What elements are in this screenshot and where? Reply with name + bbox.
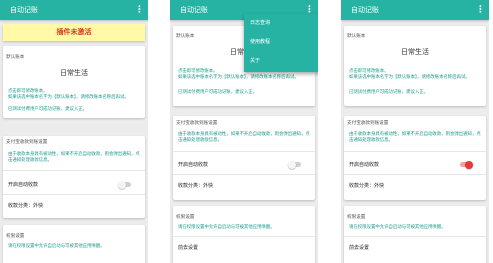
ledger-tip-2: 如果该选中账本名字为【默认账本】，请修改账本名称后再试。 bbox=[8, 95, 129, 100]
ledger-name[interactable]: 日常生活 bbox=[344, 47, 486, 57]
app-bar: 自动记账 ⋮ bbox=[341, 0, 489, 20]
permission-card: 权限设置 请在权限设置中允许自启动与可被其他应用唤醒。 bbox=[3, 225, 145, 263]
more-options-icon[interactable]: ⋮ bbox=[476, 0, 485, 20]
menu-item-about[interactable]: 关于 bbox=[244, 52, 318, 71]
app-bar: 自动记账 ⋮ bbox=[0, 0, 148, 20]
receive-category[interactable]: 收款分类：外快 bbox=[8, 202, 43, 209]
alipay-card: 支付宝收款到账设置 由于收款本身具有被动性，如果不开启自动收款，则会弹出通知，点… bbox=[3, 136, 145, 218]
auto-receive-toggle[interactable] bbox=[460, 160, 473, 169]
overflow-menu: 日志查询 使用教程 关于 bbox=[244, 14, 318, 72]
ledger-section-title: 默认账本 bbox=[347, 34, 366, 39]
divider bbox=[3, 170, 145, 171]
toggle-knob bbox=[465, 160, 473, 169]
auto-receive-toggle[interactable] bbox=[288, 160, 301, 169]
divider bbox=[344, 236, 486, 237]
go-settings-button[interactable]: 前去设置 bbox=[349, 244, 369, 251]
alipay-section-title: 支付宝收款到账设置 bbox=[347, 121, 389, 126]
alipay-info: 由于收款本身具有被动性，如果不开启自动收款，则会弹出通知，点击通知处理收款信息。 bbox=[349, 132, 481, 143]
screen-panel-3: 自动记账 ⋮ 默认账本 日常生活 点击即可修改账本。 如果该选中账本名字为【默认… bbox=[341, 0, 489, 263]
divider bbox=[173, 151, 315, 152]
app-title: 自动记账 bbox=[10, 6, 38, 14]
screen-panel-2: 自动记账 ⋮ 默认账本 日常生活 点击即可修改账本。 如果该选中账本名字为【默认… bbox=[170, 0, 318, 263]
auto-receive-toggle[interactable] bbox=[118, 180, 131, 189]
auto-receive-label: 开启自动收款 bbox=[8, 182, 39, 188]
divider bbox=[344, 151, 486, 152]
permission-section-title: 权限设置 bbox=[6, 234, 25, 239]
ledger-section-title: 默认账本 bbox=[6, 55, 25, 60]
auto-receive-label: 开启自动收款 bbox=[178, 162, 209, 168]
alipay-card: 支付宝收款到账设置 由于收款本身具有被动性，如果不开启自动收款，则会弹出通知，点… bbox=[344, 116, 486, 200]
divider bbox=[173, 174, 315, 175]
alipay-info: 由于收款本身具有被动性，如果不开启自动收款，则会弹出通知，点击通知处理收款信息。 bbox=[178, 132, 310, 143]
divider bbox=[173, 236, 315, 237]
ledger-tip-3: 已测试付费用户可成功记账，建议入正。 bbox=[178, 90, 258, 95]
alipay-section-title: 支付宝收款到账设置 bbox=[6, 140, 48, 145]
permission-info: 请在权限设置中允许自启动与可被其他应用唤醒。 bbox=[8, 244, 105, 249]
app-title: 自动记账 bbox=[351, 6, 379, 14]
go-settings-button[interactable]: 前去设置 bbox=[178, 244, 198, 251]
more-options-icon[interactable]: ⋮ bbox=[135, 0, 144, 20]
ledger-section-title: 默认账本 bbox=[176, 34, 195, 39]
receive-category[interactable]: 收款分类：外快 bbox=[178, 182, 213, 189]
menu-item-log[interactable]: 日志查询 bbox=[244, 14, 318, 33]
alipay-info: 由于收款本身具有被动性，如果不开启自动收款，则会弹出通知，点击通知处理收款信息。 bbox=[8, 152, 140, 163]
receive-category[interactable]: 收款分类：外快 bbox=[349, 182, 384, 189]
alipay-card: 支付宝收款到账设置 由于收款本身具有被动性，如果不开启自动收款，则会弹出通知，点… bbox=[173, 116, 315, 200]
toggle-knob bbox=[288, 160, 296, 169]
ledger-tip-3: 已测试付费用户可成功记账，建议入正。 bbox=[8, 107, 88, 112]
ledger-card[interactable]: 默认账本 日常生活 点击即可修改账本。 如果该选中账本名字为【默认账本】，请修改… bbox=[344, 26, 486, 106]
activation-banner[interactable]: 插件未激活 bbox=[3, 24, 145, 41]
ledger-tip-2: 如果该选中账本名字为【默认账本】，请修改账本名称后再试。 bbox=[349, 75, 470, 80]
permission-card: 权限设置 请在权限设置中允许自启动与可被其他应用唤醒。 前去设置 bbox=[173, 206, 315, 263]
permission-section-title: 权限设置 bbox=[347, 215, 366, 220]
permission-card: 权限设置 请在权限设置中允许自启动与可被其他应用唤醒。 前去设置 bbox=[344, 206, 486, 263]
permission-info: 请在权限设置中允许自启动与可被其他应用唤醒。 bbox=[178, 225, 275, 230]
app-title: 自动记账 bbox=[180, 6, 208, 14]
ledger-card[interactable]: 默认账本 日常生活 点击即可修改账本。 如果该选中账本名字为【默认账本】，请修改… bbox=[3, 46, 145, 118]
divider bbox=[3, 194, 145, 195]
ledger-name[interactable]: 日常生活 bbox=[3, 68, 145, 78]
toggle-knob bbox=[118, 180, 126, 189]
screen-panel-1: 自动记账 ⋮ 插件未激活 默认账本 日常生活 点击即可修改账本。 如果该选中账本… bbox=[0, 0, 148, 263]
divider bbox=[344, 174, 486, 175]
permission-info: 请在权限设置中允许自启动与可被其他应用唤醒。 bbox=[349, 225, 446, 230]
menu-item-tutorial[interactable]: 使用教程 bbox=[244, 33, 318, 52]
permission-section-title: 权限设置 bbox=[176, 215, 195, 220]
ledger-tip-3: 已测试付费用户可成功记账，建议入正。 bbox=[349, 90, 429, 95]
auto-receive-label: 开启自动收款 bbox=[349, 162, 380, 168]
ledger-tip-2: 如果该选中账本名字为【默认账本】，请修改账本名称后再试。 bbox=[178, 75, 299, 80]
alipay-section-title: 支付宝收款到账设置 bbox=[176, 121, 218, 126]
